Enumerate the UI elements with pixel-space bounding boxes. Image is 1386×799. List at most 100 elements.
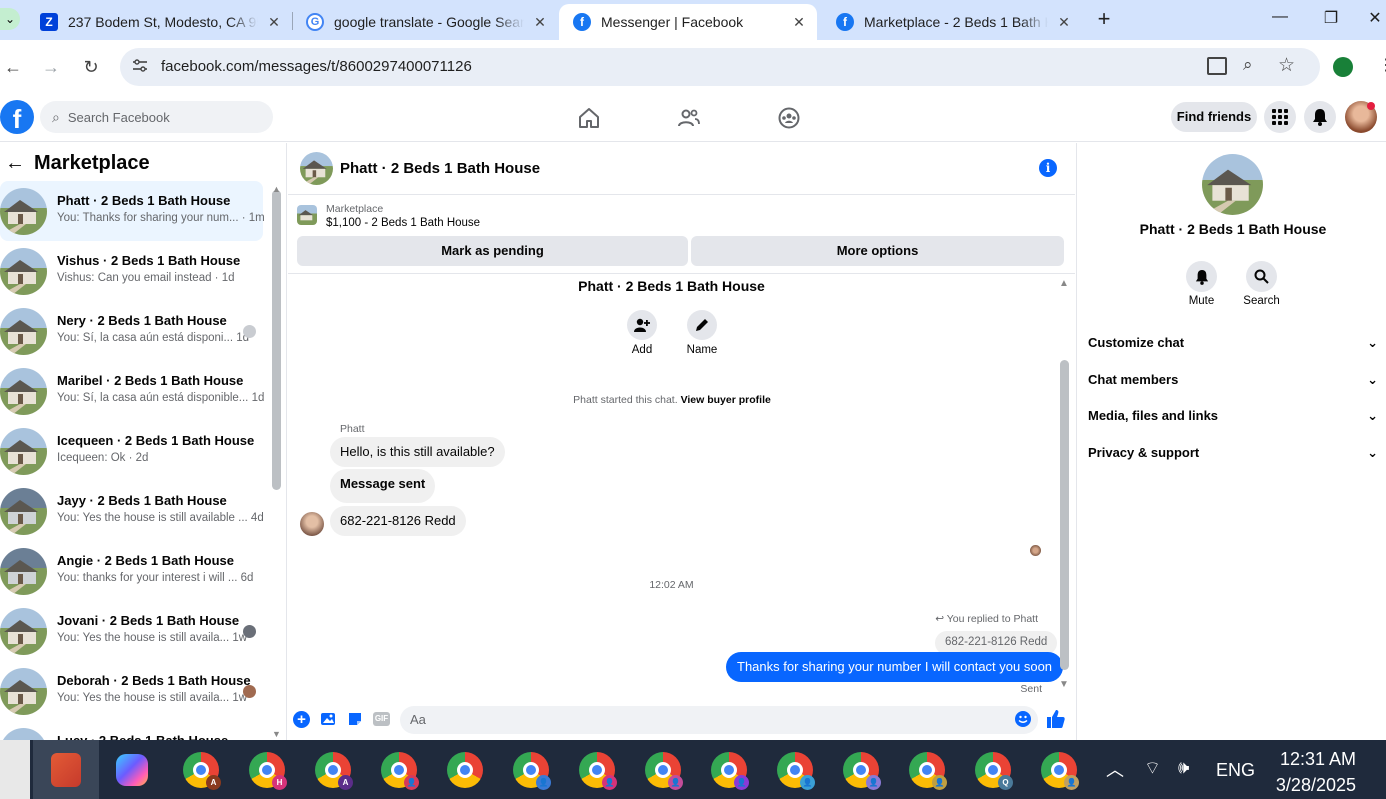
- sender-avatar[interactable]: [300, 512, 324, 536]
- incoming-message[interactable]: 682-221-8126 Redd: [330, 506, 466, 536]
- close-window-icon[interactable]: ✕: [1364, 8, 1386, 30]
- tab-google-search[interactable]: G google translate - Google Search ✕: [292, 4, 558, 40]
- conversation-item[interactable]: Phatt · 2 Beds 1 Bath House You: Thanks f…: [0, 181, 265, 241]
- edit-name-button[interactable]: [687, 310, 717, 340]
- chrome-taskbar-icon[interactable]: 👤: [579, 752, 617, 790]
- listing-title[interactable]: $1,100 - 2 Beds 1 Bath House: [326, 217, 480, 229]
- copilot-icon[interactable]: [116, 754, 148, 786]
- conversation-item[interactable]: Deborah · 2 Beds 1 Bath House You: Yes th…: [0, 661, 263, 721]
- chrome-taskbar-icon[interactable]: H: [249, 752, 287, 790]
- back-arrow-icon[interactable]: ←: [5, 152, 25, 175]
- listing-source: Marketplace: [326, 203, 384, 215]
- facebook-search-input[interactable]: ⌕ Search Facebook: [40, 101, 273, 133]
- incoming-message[interactable]: Message sent: [330, 469, 436, 503]
- view-buyer-profile-link[interactable]: View buyer profile: [681, 394, 771, 406]
- chrome-taskbar-icon[interactable]: 👤: [645, 752, 683, 790]
- language-indicator[interactable]: ENG: [1216, 760, 1255, 781]
- chrome-taskbar-icon[interactable]: 👤: [381, 752, 419, 790]
- mute-button[interactable]: [1186, 261, 1217, 292]
- system-clock[interactable]: 12:31 AM 3/28/2025: [1260, 746, 1356, 798]
- chrome-taskbar-icon[interactable]: [447, 752, 483, 788]
- close-icon[interactable]: ✕: [266, 14, 282, 31]
- more-options-button[interactable]: More options: [691, 236, 1064, 266]
- chrome-taskbar-icon[interactable]: 👤: [843, 752, 881, 790]
- listing-thumbnail[interactable]: [297, 205, 317, 225]
- conversation-item[interactable]: Maribel · 2 Beds 1 Bath House You: Sí, la…: [0, 361, 264, 421]
- back-icon[interactable]: ←: [2, 56, 24, 78]
- home-icon[interactable]: [577, 106, 601, 130]
- conversation-item[interactable]: Icequeen · 2 Beds 1 Bath House Icequeen: …: [0, 421, 263, 481]
- conversation-item[interactable]: Nery · 2 Beds 1 Bath House You: Sí, la ca…: [0, 301, 263, 361]
- friends-icon[interactable]: [677, 106, 701, 130]
- reload-icon[interactable]: ↻: [80, 56, 102, 78]
- info-icon[interactable]: i: [1039, 159, 1057, 177]
- profile-icon[interactable]: [1333, 57, 1353, 77]
- thumbs-up-icon[interactable]: [1046, 709, 1066, 729]
- close-icon[interactable]: ✕: [1056, 14, 1072, 31]
- chrome-taskbar-icon[interactable]: 👤: [711, 752, 749, 790]
- find-friends-button[interactable]: Find friends: [1171, 102, 1257, 132]
- customize-chat-row[interactable]: Customize chat ⌄: [1088, 335, 1378, 351]
- chrome-taskbar-icon[interactable]: A: [315, 752, 353, 790]
- groups-icon[interactable]: [777, 106, 801, 130]
- menu-grid-icon[interactable]: [1264, 101, 1296, 133]
- close-icon[interactable]: ✕: [532, 14, 548, 31]
- message-input[interactable]: [400, 706, 1038, 734]
- url-text[interactable]: facebook.com/messages/t/8600297400071126: [161, 58, 472, 75]
- show-hidden-icons-chevron[interactable]: ︿: [1106, 756, 1124, 782]
- chrome-taskbar-icon[interactable]: 👤: [513, 752, 551, 790]
- conversation-scrollbar[interactable]: [272, 190, 281, 490]
- forward-icon[interactable]: →: [40, 56, 62, 78]
- scroll-up-icon[interactable]: ▲: [1059, 278, 1069, 289]
- office-app-icon[interactable]: [33, 740, 99, 799]
- bookmark-star-icon[interactable]: ☆: [1278, 54, 1295, 77]
- sticker-icon[interactable]: [347, 711, 363, 727]
- plus-icon[interactable]: +: [293, 711, 310, 728]
- install-app-icon[interactable]: [1207, 57, 1227, 75]
- chat-members-row[interactable]: Chat members ⌄: [1088, 372, 1378, 388]
- profile-badge: 👤: [1064, 775, 1079, 790]
- photo-icon[interactable]: [320, 711, 336, 727]
- emoji-icon[interactable]: [1015, 711, 1031, 727]
- zoom-icon[interactable]: ⌕: [1243, 55, 1253, 75]
- conversation-item[interactable]: Jovani · 2 Beds 1 Bath House You: Yes the…: [0, 601, 263, 661]
- conversation-item[interactable]: Angie · 2 Beds 1 Bath House You: thanks f…: [0, 541, 263, 601]
- outgoing-message[interactable]: Thanks for sharing your number I will co…: [726, 652, 1064, 682]
- conversation-item[interactable]: Lucy · 2 Beds 1 Bath House: [0, 721, 263, 740]
- scroll-up-icon[interactable]: ▲: [272, 184, 281, 194]
- chrome-taskbar-icon[interactable]: Q: [975, 752, 1013, 790]
- search-conversation-button[interactable]: [1246, 261, 1277, 292]
- tab-messenger[interactable]: f Messenger | Facebook ✕: [559, 4, 817, 40]
- chrome-taskbar-icon[interactable]: 👤: [777, 752, 815, 790]
- incoming-message[interactable]: Hello, is this still available?: [330, 437, 505, 467]
- profile-avatar[interactable]: [1202, 154, 1263, 215]
- add-label: Add: [631, 344, 653, 356]
- scroll-down-icon[interactable]: ▼: [272, 729, 281, 739]
- chat-avatar[interactable]: [300, 152, 333, 185]
- chat-title[interactable]: Phatt · 2 Beds 1 Bath House: [340, 160, 540, 177]
- site-info-icon[interactable]: [131, 57, 149, 75]
- restore-icon[interactable]: ❐: [1320, 8, 1342, 30]
- mark-as-pending-button[interactable]: Mark as pending: [297, 236, 688, 266]
- gif-icon[interactable]: GIF: [373, 712, 390, 726]
- wifi-icon[interactable]: ⌔: [1144, 757, 1161, 780]
- notifications-bell-icon[interactable]: [1304, 101, 1336, 133]
- privacy-support-row[interactable]: Privacy & support ⌄: [1088, 445, 1378, 461]
- chrome-taskbar-icon[interactable]: 👤: [909, 752, 947, 790]
- conversation-item[interactable]: Jayy · 2 Beds 1 Bath House You: Yes the h…: [0, 481, 264, 541]
- chrome-taskbar-icon[interactable]: A: [183, 752, 221, 790]
- browser-menu-icon[interactable]: ⋮: [1378, 55, 1386, 75]
- new-tab-button[interactable]: +: [1094, 6, 1114, 32]
- facebook-logo-icon[interactable]: f: [0, 100, 34, 134]
- chrome-taskbar-icon[interactable]: 👤: [1041, 752, 1079, 790]
- minimize-icon[interactable]: —: [1269, 8, 1291, 30]
- tab-marketplace[interactable]: f Marketplace - 2 Beds 1 Bath House ✕: [822, 4, 1082, 40]
- close-icon[interactable]: ✕: [791, 14, 807, 31]
- chat-scrollbar[interactable]: [1060, 360, 1069, 670]
- add-person-button[interactable]: [627, 310, 657, 340]
- scroll-down-icon[interactable]: ▼: [1059, 679, 1069, 690]
- media-files-links-row[interactable]: Media, files and links ⌄: [1088, 408, 1378, 424]
- tab-zillow[interactable]: Z 237 Bodem St, Modesto, CA 95 ✕: [26, 4, 292, 40]
- conversation-item[interactable]: Vishus · 2 Beds 1 Bath House Vishus: Can …: [0, 241, 263, 301]
- volume-icon[interactable]: 🕪: [1178, 757, 1189, 778]
